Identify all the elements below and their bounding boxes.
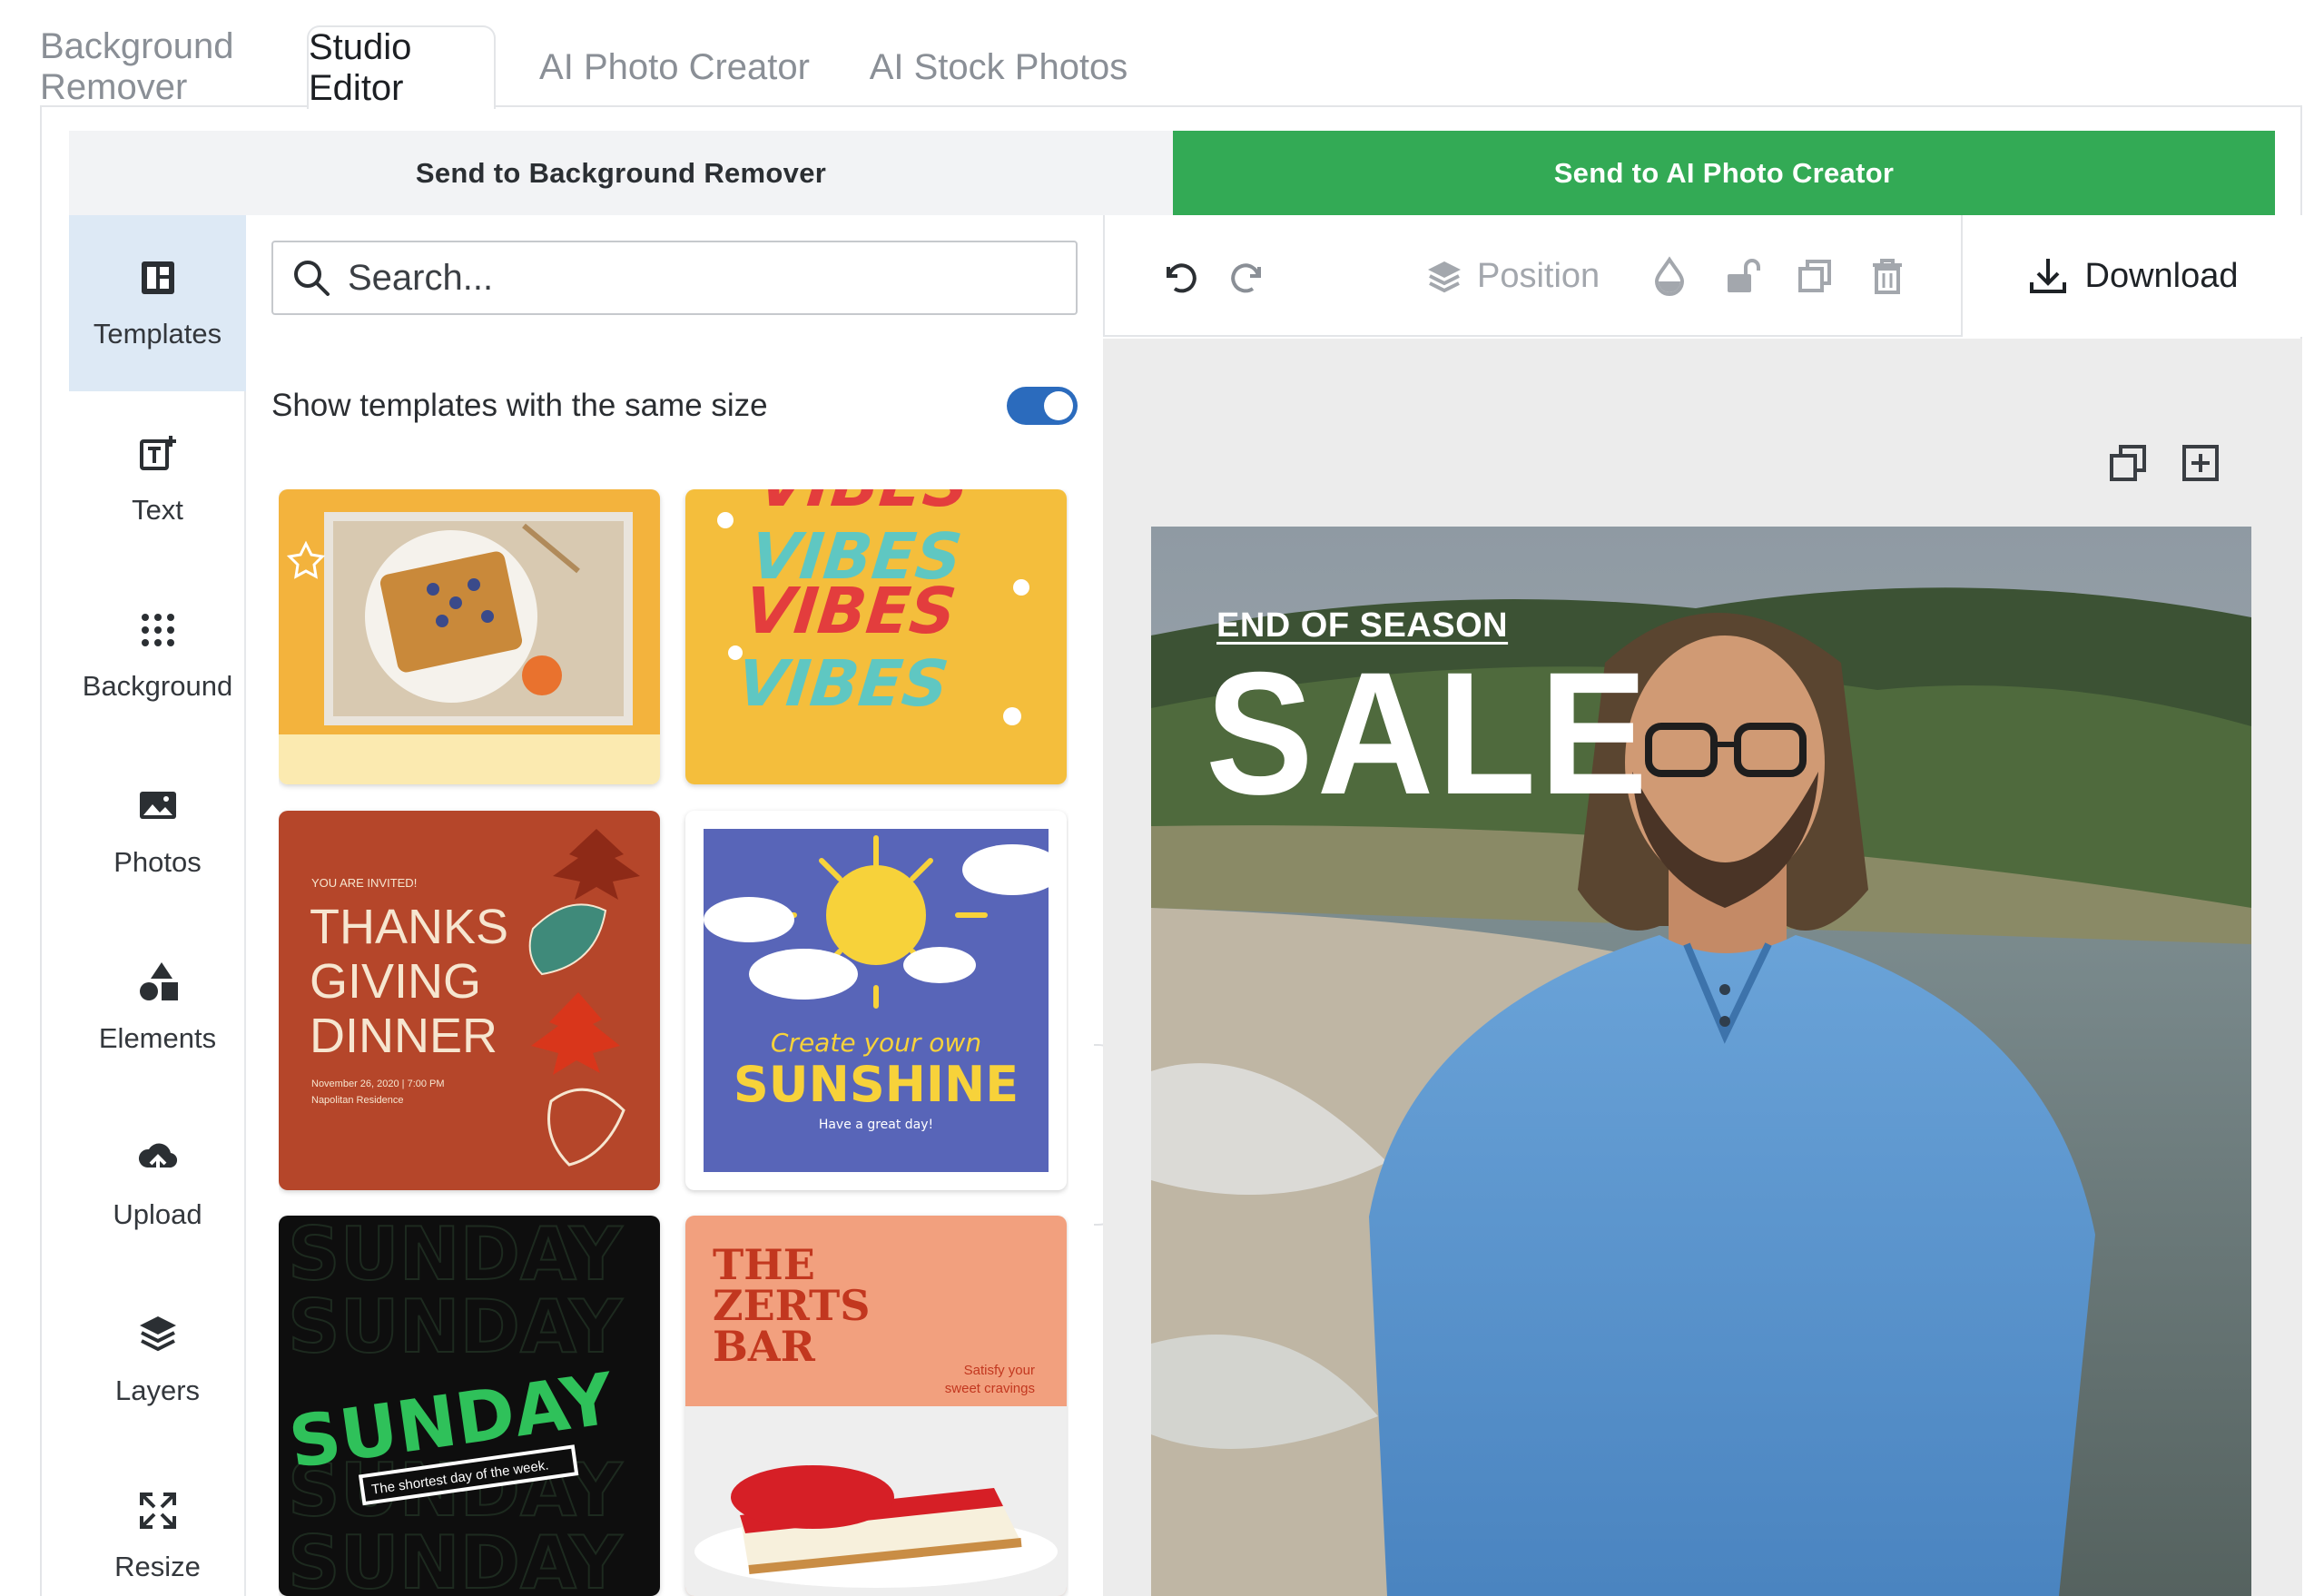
download-icon: [2029, 259, 2066, 293]
sidebar-item-label: Resize: [114, 1551, 201, 1582]
canvas-controls: [2106, 441, 2222, 485]
photos-icon: [139, 792, 176, 819]
template-card-waffles[interactable]: [279, 489, 660, 784]
redo-icon: [1231, 263, 1261, 293]
sidebar-item-elements[interactable]: Elements: [69, 920, 246, 1096]
sidebar-item-photos[interactable]: Photos: [69, 744, 246, 920]
layers-icon: [1428, 261, 1461, 293]
send-to-ai-photo-creator-button[interactable]: Send to AI Photo Creator: [1173, 131, 2275, 215]
elements-icon: [139, 962, 178, 1000]
delete-button[interactable]: [1867, 215, 1907, 337]
template-card-zerts-bar[interactable]: THE ZERTS BAR Satisfy your sweet craving…: [685, 1216, 1067, 1596]
sidebar-item-label: Background: [82, 670, 233, 702]
sidebar-item-layers[interactable]: Layers: [69, 1272, 246, 1448]
same-size-toggle-row: Show templates with the same size: [271, 379, 1078, 433]
vibes-text: VIBES: [754, 489, 972, 521]
sunday-bg-text: SUNDAY: [288, 1521, 623, 1596]
search-input[interactable]: [348, 257, 1038, 299]
add-page-icon[interactable]: [2179, 441, 2222, 485]
opacity-icon: [1654, 256, 1685, 296]
resize-icon: [139, 1493, 176, 1529]
sidebar-item-label: Templates: [93, 318, 222, 350]
undo-button[interactable]: [1159, 215, 1199, 337]
sidebar-item-upload[interactable]: Upload: [69, 1096, 246, 1272]
sunday-bg-text: SUNDAY: [288, 1285, 623, 1369]
zerts-line3: BAR: [713, 1322, 816, 1371]
thanksgiving-line1: THANKS: [310, 900, 508, 954]
search-box: [271, 241, 1078, 315]
sidebar-item-label: Elements: [98, 1022, 217, 1054]
templates-panel: Show templates with the same size: [246, 215, 1103, 1596]
send-bar: Send to Background Remover Send to AI Ph…: [69, 131, 2275, 215]
send-to-background-remover-button[interactable]: Send to Background Remover: [69, 131, 1173, 215]
sunshine-script: Create your own: [771, 1028, 981, 1058]
sidebar-item-resize[interactable]: Resize: [69, 1448, 246, 1596]
background-icon: [141, 614, 174, 646]
duplicate-button[interactable]: [1795, 215, 1835, 337]
tab-ai-photo-creator[interactable]: AI Photo Creator: [525, 25, 824, 109]
tab-ai-stock-photos[interactable]: AI Stock Photos: [853, 25, 1144, 109]
zerts-sub1: Satisfy your: [964, 1363, 1035, 1378]
search-icon: [294, 261, 330, 296]
sidebar-item-label: Layers: [114, 1374, 201, 1406]
sidebar-rail: Templates Text Background Photos Element…: [69, 215, 246, 1596]
template-card-vibes[interactable]: VIBES VIBES VIBES VIBES: [685, 489, 1067, 784]
redo-button[interactable]: [1228, 215, 1268, 337]
zerts-sub2: sweet cravings: [945, 1381, 1035, 1396]
trash-icon: [1873, 259, 1902, 294]
lock-button[interactable]: [1722, 215, 1762, 337]
thanksgiving-place: Napolitan Residence: [311, 1095, 404, 1106]
template-card-thanksgiving[interactable]: YOU ARE INVITED! THANKS GIVING DINNER No…: [279, 811, 660, 1190]
vibes-text: VIBES: [742, 574, 960, 648]
vibes-text: VIBES: [734, 646, 951, 721]
tab-studio-editor[interactable]: Studio Editor: [307, 25, 496, 109]
templates-icon: [141, 261, 174, 294]
sidebar-item-label: Photos: [113, 846, 202, 878]
sunshine-sub: Have a great day!: [819, 1118, 933, 1132]
sidebar-item-label: Text: [132, 494, 183, 526]
duplicate-page-icon[interactable]: [2106, 441, 2150, 485]
upload-icon: [138, 1143, 177, 1175]
thanksgiving-line2: GIVING: [310, 954, 481, 1009]
text-icon: [139, 436, 176, 470]
unlock-icon: [1728, 259, 1760, 292]
template-card-sunday[interactable]: SUNDAY SUNDAY SUNDAY SUNDAY SUNDAY The s…: [279, 1216, 660, 1596]
sidebar-item-text[interactable]: Text: [69, 391, 246, 567]
opacity-button[interactable]: [1649, 215, 1689, 337]
position-button[interactable]: Position: [1424, 215, 1600, 337]
sunshine-title: SUNSHINE: [734, 1056, 1019, 1113]
same-size-toggle-label: Show templates with the same size: [271, 388, 768, 423]
download-button[interactable]: Download: [1961, 215, 2302, 337]
same-size-toggle[interactable]: [1007, 387, 1078, 425]
undo-icon: [1167, 263, 1196, 293]
download-label: Download: [2084, 256, 2239, 295]
layers-icon: [139, 1316, 176, 1352]
top-tabs: Background Remover Studio Editor AI Phot…: [40, 25, 2291, 109]
template-card-sunshine[interactable]: Create your own SUNSHINE Have a great da…: [685, 811, 1067, 1190]
position-label: Position: [1477, 256, 1600, 295]
canvas-headline-big[interactable]: SALE: [1206, 645, 1651, 821]
thanksgiving-line3: DINNER: [310, 1009, 497, 1063]
sidebar-item-label: Upload: [113, 1198, 202, 1230]
sidebar-item-background[interactable]: Background: [69, 567, 246, 744]
sidebar-item-templates[interactable]: Templates: [69, 215, 246, 391]
thanksgiving-details: November 26, 2020 | 7:00 PM: [311, 1079, 445, 1089]
templates-grid: VIBES VIBES VIBES VIBES YOU ARE INVITED!…: [279, 489, 1068, 1596]
thanksgiving-invite: YOU ARE INVITED!: [311, 876, 417, 890]
tab-background-remover[interactable]: Background Remover: [40, 25, 276, 109]
duplicate-icon: [1798, 260, 1831, 292]
